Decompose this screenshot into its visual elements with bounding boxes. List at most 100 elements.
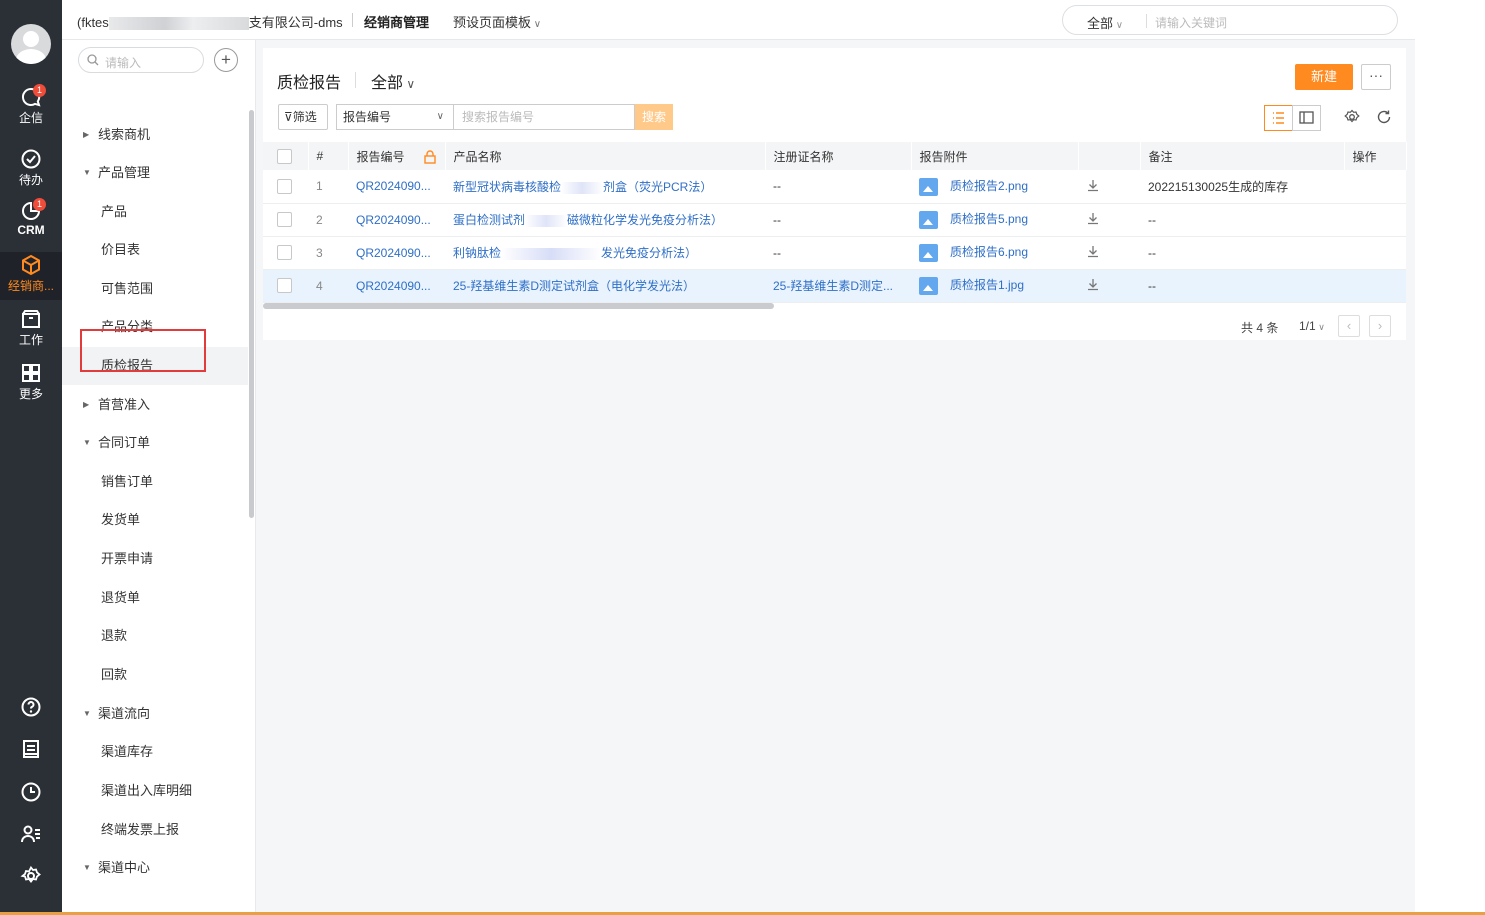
notes-icon[interactable]	[0, 733, 62, 765]
nav-item-label: 发货单	[101, 512, 141, 527]
row-checkbox[interactable]	[277, 278, 292, 294]
nav-item[interactable]: 回款	[62, 656, 248, 694]
nav-item[interactable]: 价目表	[62, 231, 248, 269]
rail-item-work[interactable]: 工作	[0, 308, 62, 360]
column-header[interactable]: 注册证名称	[765, 142, 912, 170]
table-row[interactable]: 3 QR2024090... 利钠肽检 发光免疫分析法） -- 质检报告6.png --	[263, 236, 1406, 270]
avatar[interactable]	[11, 24, 51, 64]
chevron-down-icon: ∨	[403, 77, 416, 91]
search-scope-select[interactable]: 全部 ∨	[1087, 13, 1123, 32]
row-checkbox[interactable]	[277, 178, 292, 194]
table-row[interactable]: 1 QR2024090... 新型冠状病毒核酸检 剂盒（荧光PCR法） -- 质检报告2.…	[263, 170, 1406, 204]
nav-item[interactable]: 退货单	[62, 579, 248, 617]
rail-item-todo[interactable]: 待办	[0, 148, 62, 200]
nav-item[interactable]: 发货单	[62, 501, 248, 539]
report-code-link[interactable]: QR2024090...	[348, 203, 445, 237]
nav-item[interactable]: ▼ 渠道流向	[62, 695, 248, 733]
column-header[interactable]: 备注	[1140, 142, 1345, 170]
nav-item[interactable]: 渠道出入库明细	[62, 772, 248, 810]
settings-icon[interactable]	[1343, 108, 1361, 126]
column-header[interactable]: 产品名称	[445, 142, 766, 170]
download-icon[interactable]	[1086, 244, 1100, 258]
download-icon[interactable]	[1086, 211, 1100, 225]
nav-item[interactable]: ▶ 线索商机	[62, 116, 248, 154]
new-button[interactable]: 新建	[1295, 64, 1353, 90]
rail-item-dealer[interactable]: 经销商...	[0, 252, 62, 300]
rail-item-crm[interactable]: 1 CRM	[0, 198, 62, 252]
template-dropdown[interactable]: 预设页面模板 ∨	[453, 12, 541, 31]
horizontal-scrollbar[interactable]	[263, 303, 774, 309]
nav-item[interactable]: 渠道库存	[62, 733, 248, 771]
settings-icon[interactable]	[0, 860, 62, 892]
column-header[interactable]: 报告附件	[911, 142, 1079, 170]
nav-item-label: 产品	[101, 204, 128, 219]
attachment-name: 质检报告6.png	[950, 245, 1029, 260]
nav-item[interactable]: 产品	[62, 193, 248, 231]
help-icon[interactable]	[0, 691, 62, 723]
report-code-link[interactable]: QR2024090...	[348, 170, 445, 204]
nav-search-input[interactable]: 请输入	[78, 47, 204, 73]
row-checkbox[interactable]	[277, 212, 292, 228]
rail-item-more[interactable]: 更多	[0, 362, 62, 414]
select-all-checkbox[interactable]	[277, 148, 292, 164]
redaction-mask	[561, 181, 604, 194]
nav-item[interactable]: ▼ 产品管理	[62, 154, 248, 192]
history-icon[interactable]	[0, 776, 62, 808]
attachment-link[interactable]: 质检报告5.png	[911, 203, 1078, 237]
nav-item[interactable]: ▶ 首营准入	[62, 386, 248, 424]
contacts-icon[interactable]	[0, 818, 62, 850]
remark: --	[1140, 269, 1344, 303]
nav-item[interactable]: 终端发票上报	[62, 811, 248, 849]
search-field-select[interactable]: 报告编号 ∨	[336, 104, 453, 130]
product-name-link[interactable]: 25-羟基维生素D测定试剂盒（电化学发光法）	[445, 269, 765, 303]
split-view-toggle[interactable]	[1292, 105, 1321, 131]
filter-button[interactable]: ⊽筛选	[278, 104, 328, 130]
rail-item-messages[interactable]: 1 企信	[0, 84, 62, 138]
divider	[355, 72, 356, 88]
product-name-part: 新型冠状病毒核酸检	[453, 179, 562, 194]
row-checkbox[interactable]	[277, 245, 292, 261]
list-view-toggle[interactable]	[1264, 105, 1293, 131]
refresh-icon[interactable]	[1375, 108, 1393, 126]
table-row[interactable]: 2 QR2024090... 蛋白检测试剂 磁微粒化学发光免疫分析法） -- 质检报告5.…	[263, 203, 1406, 237]
search-button[interactable]: 搜索	[635, 104, 673, 130]
nav-item[interactable]: 销售订单	[62, 463, 248, 501]
prev-page-button[interactable]: ‹	[1338, 315, 1360, 337]
attachment-link[interactable]: 质检报告6.png	[911, 236, 1078, 270]
image-file-icon	[919, 276, 938, 295]
nav-item[interactable]: ▼ 渠道中心	[62, 849, 248, 887]
report-code-link[interactable]: QR2024090...	[348, 269, 445, 303]
report-search-input[interactable]: 搜索报告编号	[453, 104, 635, 130]
table-row[interactable]: 4 QR2024090... 25-羟基维生素D测定试剂盒（电化学发光法） 25-羟基…	[263, 269, 1406, 303]
nav-search-placeholder: 请输入	[105, 56, 142, 70]
product-name-link[interactable]: 蛋白检测试剂 磁微粒化学发光免疫分析法）	[445, 203, 765, 237]
add-button[interactable]: +	[214, 48, 238, 72]
more-button[interactable]: ···	[1361, 64, 1391, 90]
column-header[interactable]: 报告编号	[348, 142, 446, 170]
download-icon[interactable]	[1086, 178, 1100, 192]
company-suffix: 支有限公司-dms	[248, 15, 343, 30]
nav-item[interactable]: 退款	[62, 617, 248, 655]
search-input[interactable]: 请输入关键词	[1155, 14, 1227, 31]
nav-scrollbar[interactable]	[249, 110, 254, 518]
global-search[interactable]: 全部 ∨ 请输入关键词	[1062, 5, 1398, 35]
download-icon[interactable]	[1086, 277, 1100, 291]
nav-item[interactable]: ▼ 合同订单	[62, 424, 248, 462]
nav-item[interactable]: 开票申请	[62, 540, 248, 578]
product-name-link[interactable]: 新型冠状病毒核酸检 剂盒（荧光PCR法）	[445, 170, 765, 204]
product-name-link[interactable]: 利钠肽检 发光免疫分析法）	[445, 236, 765, 270]
attachment-link[interactable]: 质检报告1.jpg	[911, 269, 1078, 303]
page-select[interactable]: 1/1 ∨	[1299, 319, 1325, 333]
module-title[interactable]: 经销商管理	[364, 12, 429, 31]
caret-down-icon: ▼	[83, 438, 91, 447]
nav-item[interactable]: 可售范围	[62, 270, 248, 308]
nav-item-label: 价目表	[101, 242, 141, 257]
view-dropdown[interactable]: 全部 ∨	[371, 69, 415, 93]
actions-cell	[1344, 170, 1406, 204]
image-file-icon	[919, 177, 938, 196]
app-rail: 1 企信 待办 1 CRM 经销商... 工作 更多	[0, 0, 62, 915]
attachment-link[interactable]: 质检报告2.png	[911, 170, 1078, 204]
report-code-link[interactable]: QR2024090...	[348, 236, 445, 270]
next-page-button[interactable]: ›	[1369, 315, 1391, 337]
cert-name[interactable]: 25-羟基维生素D测定...	[765, 269, 911, 303]
